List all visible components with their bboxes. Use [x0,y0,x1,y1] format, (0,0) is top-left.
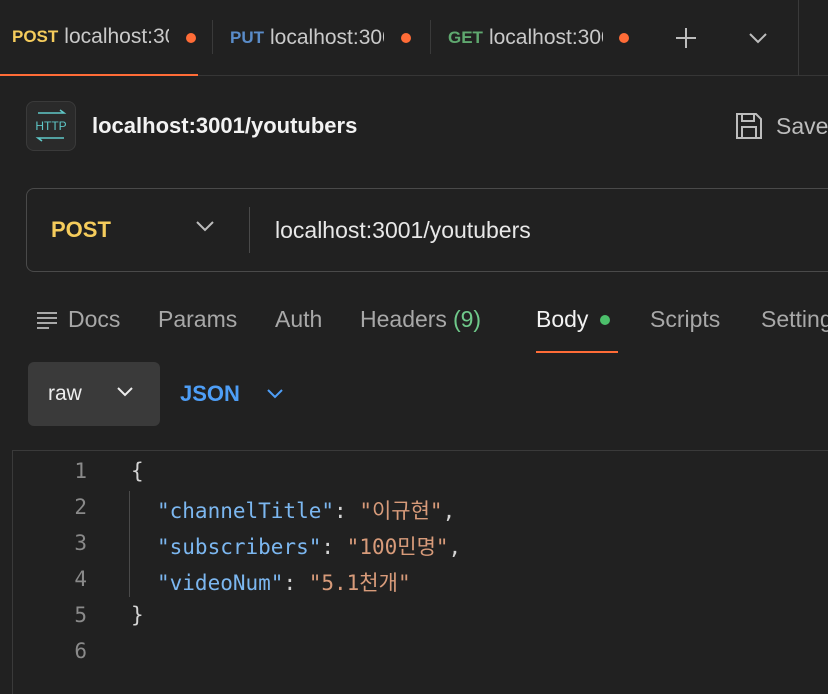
unsaved-dot [401,33,411,43]
tab-url: localhost:3001/youtubers [64,25,170,48]
code-line: "videoNum": "5.1천개" [157,571,411,595]
request-header: HTTP localhost:3001/youtubers [26,100,357,152]
line-number: 1 [74,459,87,483]
line-number: 3 [74,531,87,555]
tab-method-post: POST [12,27,59,46]
chevron-down-icon [117,387,133,397]
active-tab-indicator [536,351,618,353]
tab-headers-label: Headers [360,306,447,332]
line-number: 6 [74,639,87,663]
plus-icon[interactable] [666,18,706,58]
http-icon: HTTP [26,101,76,151]
tab-settings-label: Settings [761,306,828,332]
request-subtabs: Docs Params Auth Headers (9) Body Script… [0,296,828,356]
code-line: { [131,459,144,483]
tab-body[interactable]: Body [536,306,611,333]
language-label: JSON [180,381,240,406]
tab-url: localhost:3001/youtubers [488,26,603,49]
tab-url: localhost:3001/youtubers [270,26,384,49]
request-tab-get[interactable]: GET localhost:3001/youtubers [448,0,638,76]
language-select[interactable]: JSON [180,362,284,426]
request-title: localhost:3001/youtubers [92,113,358,138]
json-value: "5.1천개" [308,571,411,595]
code-line: "subscribers": "100민명", [157,535,462,559]
url-input[interactable]: localhost:3001/youtubers [275,217,531,244]
code-line: } [131,603,144,627]
json-value: "100민명" [346,535,449,559]
headers-count: (9) [452,306,482,332]
unsaved-dot [186,33,196,43]
tab-params[interactable]: Params [158,306,237,333]
code-line: "channelTitle": "이규현", [157,499,456,523]
indent-guide [129,491,130,597]
tab-scripts-label: Scripts [650,306,721,332]
line-number: 5 [74,603,87,627]
tab-body-label: Body [536,306,589,332]
url-bar: POST localhost:3001/youtubers [26,188,828,272]
json-key: "videoNum" [157,571,284,595]
json-comma: , [448,535,462,559]
tab-docs-label: Docs [68,306,121,332]
request-tab-bar: POST localhost:3001/youtubers PUT localh… [0,0,828,76]
method-select[interactable]: POST [51,217,111,243]
tab-method-put: PUT [230,28,264,47]
chevron-down-icon[interactable] [738,18,778,58]
tab-docs[interactable]: Docs [36,306,120,333]
tab-scripts[interactable]: Scripts [650,306,720,333]
json-value: "이규현" [359,499,443,523]
json-key: "subscribers" [157,535,322,559]
json-key: "channelTitle" [157,499,335,523]
body-mode-select[interactable]: raw [28,362,160,426]
tab-auth-label: Auth [275,306,323,332]
tab-headers[interactable]: Headers (9) [360,306,481,333]
body-editor[interactable]: 1 2 3 4 5 6 { "channelTitle": "이규현", "su… [12,450,828,694]
body-mode-label: raw [48,382,82,405]
http-icon-text: HTTP [35,119,66,133]
tab-method-get: GET [448,28,483,47]
save-button[interactable]: Save [734,104,828,148]
tab-params-label: Params [158,306,238,332]
unsaved-dot [619,33,629,43]
json-comma: , [442,499,456,523]
status-dot [600,314,611,325]
chevron-down-icon[interactable] [195,219,215,233]
save-icon [736,113,762,139]
line-number: 2 [74,495,87,519]
tab-settings[interactable]: Settings [761,306,828,333]
chevron-down-icon [267,389,283,399]
save-label: Save [776,112,828,139]
line-number: 4 [74,567,87,591]
request-tab-put[interactable]: PUT localhost:3001/youtubers [230,0,420,76]
list-icon [37,311,57,329]
tab-auth[interactable]: Auth [275,306,322,333]
request-tab-post[interactable]: POST localhost:3001/youtubers [0,0,198,76]
